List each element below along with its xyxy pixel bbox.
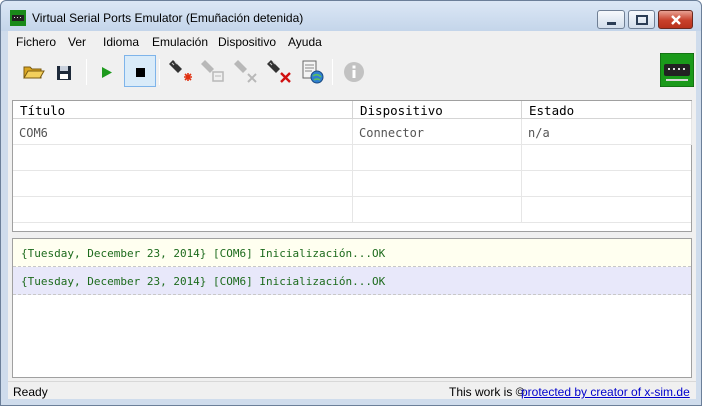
empty-row — [13, 171, 691, 197]
menu-emulacion[interactable]: Emulación — [152, 35, 208, 49]
start-emulation-button[interactable] — [91, 55, 123, 87]
cell-state: n/a — [522, 119, 692, 145]
empty-row — [13, 197, 691, 223]
status-text: Ready — [13, 385, 48, 399]
empty-cell — [353, 145, 522, 171]
log-entry[interactable]: {Tuesday, December 23, 2014} [COM6] Inic… — [13, 267, 691, 295]
client-area: Fichero Ver Idioma Emulación Dispositivo… — [8, 31, 696, 399]
empty-cell — [353, 197, 522, 223]
stop-emulation-button[interactable] — [124, 55, 156, 87]
log-entry[interactable]: {Tuesday, December 23, 2014} [COM6] Inic… — [13, 239, 691, 267]
title-bar[interactable]: Virtual Serial Ports Emulator (Emuñación… — [1, 1, 701, 31]
close-button[interactable] — [658, 10, 693, 29]
empty-row — [13, 145, 691, 171]
menu-dispositivo[interactable]: Dispositivo — [218, 35, 276, 49]
toolbar — [8, 51, 696, 95]
copyright-text: This work is © — [449, 385, 525, 399]
new-device-icon — [169, 60, 192, 81]
cell-device: Connector — [353, 119, 522, 145]
toolbar-separator — [86, 59, 87, 85]
log-panel[interactable]: {Tuesday, December 23, 2014} [COM6] Inic… — [12, 238, 692, 378]
disable-device-button[interactable] — [229, 55, 261, 87]
maximize-button[interactable] — [628, 10, 655, 29]
menu-ver[interactable]: Ver — [68, 35, 86, 49]
new-device-button[interactable] — [164, 55, 196, 87]
delete-device-button[interactable] — [262, 55, 294, 87]
column-header-estado[interactable]: Estado — [522, 101, 692, 119]
settings-button[interactable] — [295, 55, 327, 87]
minimize-button[interactable] — [597, 10, 625, 29]
about-button[interactable] — [338, 55, 370, 87]
toolbar-separator — [332, 59, 333, 85]
settings-globe-icon — [302, 60, 324, 84]
close-icon — [671, 15, 681, 25]
cell-title: COM6 — [13, 119, 353, 145]
play-icon — [102, 67, 112, 78]
minimize-icon — [607, 22, 616, 25]
status-bar: Ready This work is © protected by creato… — [8, 381, 696, 399]
menu-fichero[interactable]: Fichero — [16, 35, 56, 49]
save-disk-icon — [57, 66, 71, 80]
save-button[interactable] — [48, 55, 80, 87]
menu-ayuda[interactable]: Ayuda — [288, 35, 322, 49]
serial-port-app-icon — [10, 10, 26, 26]
menu-bar: Fichero Ver Idioma Emulación Dispositivo… — [8, 31, 696, 51]
app-logo-icon — [660, 53, 694, 87]
empty-cell — [353, 171, 522, 197]
app-window: Virtual Serial Ports Emulator (Emuñación… — [0, 0, 702, 406]
maximize-icon — [636, 15, 648, 25]
info-icon — [344, 62, 364, 82]
stop-icon — [136, 68, 145, 77]
devices-list-header: Título Dispositivo Estado — [13, 101, 692, 119]
empty-cell — [13, 197, 353, 223]
open-button[interactable] — [17, 55, 49, 87]
column-header-titulo[interactable]: Título — [13, 101, 353, 119]
toolbar-separator — [159, 59, 160, 85]
menu-idioma[interactable]: Idioma — [103, 35, 139, 49]
empty-cell — [13, 171, 353, 197]
devices-list[interactable]: Título Dispositivo Estado COM6 Connector… — [12, 100, 692, 232]
disable-device-icon — [234, 60, 257, 83]
column-header-dispositivo[interactable]: Dispositivo — [353, 101, 522, 119]
delete-device-icon — [267, 60, 291, 83]
edit-device-icon — [201, 60, 224, 82]
window-title: Virtual Serial Ports Emulator (Emuñación… — [32, 11, 304, 25]
table-row[interactable]: COM6 Connector n/a — [13, 119, 692, 145]
open-folder-icon — [23, 66, 45, 79]
edit-device-button[interactable] — [196, 55, 228, 87]
empty-cell — [13, 145, 353, 171]
copyright-link[interactable]: protected by creator of x-sim.de — [521, 385, 690, 399]
